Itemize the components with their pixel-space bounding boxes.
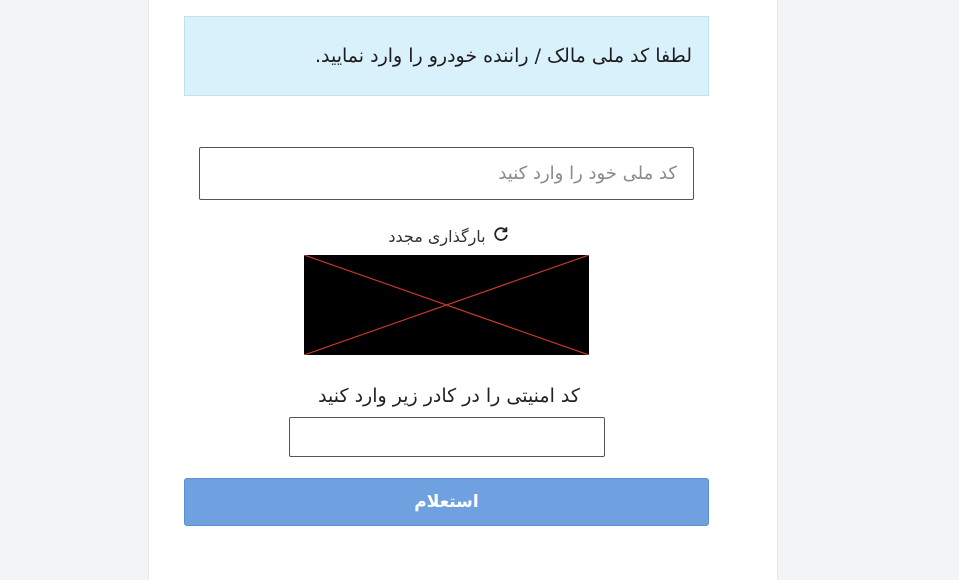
security-code-label: کد امنیتی را در کادر زیر وارد کنید xyxy=(318,385,580,407)
info-alert-message: لطفا کد ملی مالک / راننده خودرو را وارد … xyxy=(314,45,692,67)
captcha-reload-button[interactable]: بارگذاری مجدد xyxy=(369,224,529,248)
inquiry-form-card: لطفا کد ملی مالک / راننده خودرو را وارد … xyxy=(148,0,778,580)
inquiry-submit-button[interactable]: استعلام xyxy=(184,478,709,526)
captcha-reload-label[interactable]: بارگذاری مجدد xyxy=(388,227,485,246)
captcha-image xyxy=(304,255,589,355)
refresh-icon[interactable] xyxy=(492,225,510,247)
security-code-input[interactable] xyxy=(289,417,605,457)
info-alert: لطفا کد ملی مالک / راننده خودرو را وارد … xyxy=(184,16,709,96)
national-id-input[interactable] xyxy=(199,147,694,200)
broken-image-icon xyxy=(304,255,589,355)
